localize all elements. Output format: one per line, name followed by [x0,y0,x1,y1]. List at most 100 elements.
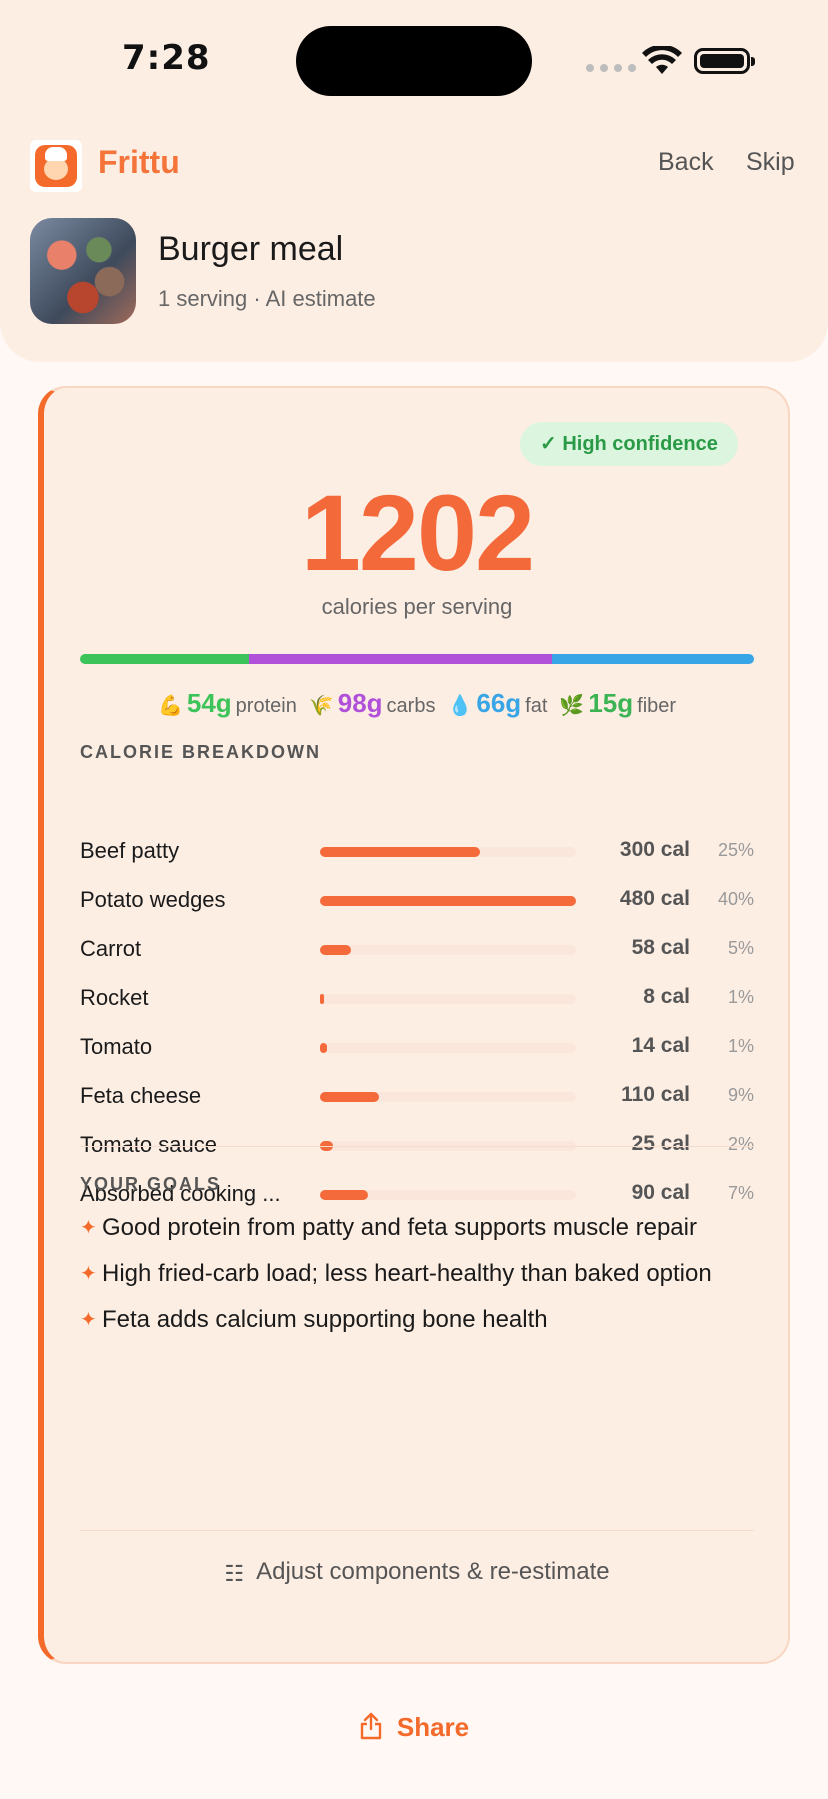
macro-value: 54g [186,688,232,718]
ingredient-calories: 8 cal [643,985,690,1008]
ingredient-bar [320,1092,379,1102]
breakdown-row: Carrot 58 cal 5% [80,926,754,975]
ingredient-calories: 58 cal [631,936,690,959]
meal-title: Burger meal [158,230,344,268]
macro-bar-segment-protein [80,654,249,664]
ingredient-bar-track [320,1092,576,1102]
ingredient-percent: 7% [727,1183,754,1203]
macro-split-bar [80,654,754,664]
sparkle-icon: ✦ [80,1309,97,1331]
protein-icon: 💪 [157,695,183,717]
meal-subtitle: 1 serving · AI estimate [158,286,376,311]
back-button[interactable]: Back [658,148,714,177]
ingredient-percent: 1% [727,1036,754,1056]
goals-title: YOUR GOALS [80,1174,222,1194]
breakdown-row: Beef patty 300 cal 25% [80,828,754,877]
ingredient-bar [320,994,325,1004]
macro-value: 98g [337,688,383,718]
ingredient-bar-track [320,994,576,1004]
macro-value: 66g [476,688,522,718]
goal-text: High fried-carb load; less heart-healthy… [102,1260,712,1287]
macro-label: carbs [386,695,436,717]
calorie-label: calories per serving [321,594,513,619]
macro-fat: 💧 66g fat [447,688,547,719]
ingredient-name: Tomato [80,1034,153,1059]
adjust-label: Adjust components & re-estimate [256,1558,610,1585]
goal-text: Feta adds calcium supporting bone health [102,1306,548,1333]
calorie-breakdown-list: Beef patty 300 cal 25% Potato wedges 480 cal… [80,828,754,1220]
sparkle-icon: ✦ [80,1217,97,1239]
ingredient-percent: 25% [717,840,754,860]
sliders-icon: ☷ [224,1561,245,1586]
meal-photo [30,218,136,324]
breakdown-row: Feta cheese 110 cal 9% [80,1073,754,1122]
ingredient-bar-track [320,896,576,906]
macro-protein: 💪 54g protein [158,688,297,719]
cellular-signal-icon [586,64,636,72]
fat-icon: 💧 [447,695,473,717]
divider [80,1530,754,1531]
ingredient-name: Rocket [80,985,149,1010]
ingredient-calories: 480 cal [619,887,690,910]
ingredient-calories: 90 cal [631,1181,690,1204]
skip-button[interactable]: Skip [746,148,795,177]
ingredient-percent: 5% [727,938,754,958]
ingredient-calories: 300 cal [619,838,690,861]
breakdown-row: Potato wedges 480 cal 40% [80,877,754,926]
goal-item: ✦ Feta adds calcium supporting bone healt… [80,1302,754,1338]
ingredient-bar-track [320,945,576,955]
macro-label: protein [235,695,297,717]
share-button[interactable]: Share [0,1712,828,1743]
battery-icon [694,48,755,74]
ingredient-name: Feta cheese [80,1083,202,1108]
macro-value: 15g [588,688,634,718]
ingredient-percent: 2% [727,1134,754,1154]
macro-fiber: 🌿 15g fiber [559,688,676,719]
ingredient-bar [320,896,576,906]
share-label: Share [396,1712,470,1742]
adjust-components-button[interactable]: ☷ Adjust components & re-estimate [44,1558,790,1587]
share-icon [360,1712,382,1740]
breakdown-title: CALORIE BREAKDOWN [80,742,321,762]
breakdown-row: Rocket 8 cal 1% [80,975,754,1024]
ingredient-bar [320,847,480,857]
status-time: 7:28 [122,38,211,78]
dynamic-island [296,26,532,96]
ingredient-name: Tomato sauce [80,1132,217,1157]
ingredient-name: Potato wedges [80,887,226,912]
ingredient-bar [320,1043,328,1053]
ingredient-bar [320,1190,368,1200]
goal-item: ✦ High fried-carb load; less heart-health… [80,1256,754,1292]
header-panel: 7:28 Frittu Back Skip Burger meal 1 serv… [0,0,828,362]
sparkle-icon: ✦ [80,1263,97,1285]
macro-label: fiber [637,695,677,717]
ingredient-name: Beef patty [80,838,180,863]
ingredient-bar-track [320,1043,576,1053]
app-header: Frittu Back Skip [30,138,800,192]
confidence-badge: ✓ High confidence [520,422,738,466]
status-bar: 7:28 [0,0,828,120]
breakdown-row: Tomato 14 cal 1% [80,1024,754,1073]
goals-list: ✦ Good protein from patty and feta suppor… [80,1210,754,1348]
macro-bar-segment-carbs [248,654,552,664]
fiber-icon: 🌿 [559,695,585,717]
nutrition-card: ✓ High confidence 1202 calories per serv… [38,386,790,1664]
ingredient-percent: 9% [727,1085,754,1105]
ingredient-percent: 1% [727,987,754,1007]
wifi-icon [642,46,682,74]
ingredient-calories: 25 cal [631,1132,690,1155]
ingredient-bar-track [320,847,576,857]
macro-bar-segment-fat [551,654,754,664]
macro-label: fat [525,695,548,717]
app-name: Frittu [98,144,180,180]
ingredient-calories: 14 cal [631,1034,690,1057]
goal-item: ✦ Good protein from patty and feta suppor… [80,1210,754,1246]
ingredient-bar [320,945,351,955]
macro-carbs: 🌾 98g carbs [309,688,436,719]
calorie-total: 1202 [300,472,535,593]
app-logo [30,140,82,192]
ingredient-bar-track [320,1190,576,1200]
ingredient-calories: 110 cal [621,1083,690,1106]
divider [80,1146,754,1147]
ingredient-name: Carrot [80,936,142,961]
